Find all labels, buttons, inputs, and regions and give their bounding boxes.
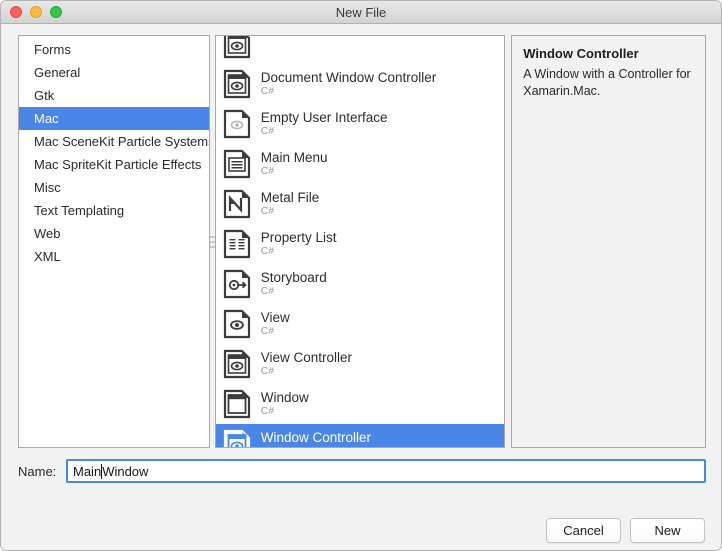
list-item-texts: Empty User Interface C# — [261, 110, 388, 138]
template-language: C# — [260, 125, 275, 138]
new-button[interactable]: New — [630, 518, 705, 543]
list-item-texts: Metal File C# — [261, 190, 320, 218]
template-name: Metal File — [260, 190, 320, 206]
name-input-value-before-caret: Main — [73, 463, 102, 479]
property-list-file-icon — [223, 229, 250, 259]
panels-container: Forms General Gtk Mac Mac SceneKit Parti… — [18, 35, 706, 448]
template-name: Window Controller — [260, 430, 371, 446]
new-file-dialog-window: New File Forms General Gtk Mac Mac Scene… — [0, 0, 722, 551]
template-list[interactable]: Document Window Controller C# Empty User… — [214, 35, 506, 448]
list-item-texts: Window C# — [261, 390, 309, 418]
description-text: A Window with a Controller for Xamarin.M… — [523, 67, 691, 98]
sidebar-item-xml[interactable]: XML — [19, 245, 209, 268]
storyboard-file-icon — [223, 269, 250, 299]
list-item-texts: Window Controller C# — [260, 430, 371, 447]
view-controller-file-icon — [223, 36, 250, 59]
list-item-main-menu[interactable]: Main Menu C# — [216, 144, 505, 184]
template-language: C# — [260, 325, 275, 338]
description-title: Window Controller — [523, 46, 639, 61]
list-item[interactable] — [216, 36, 505, 64]
cancel-button[interactable]: Cancel — [546, 518, 621, 543]
minimize-window-icon[interactable] — [30, 6, 42, 18]
list-item-property-list[interactable]: Property List C# — [216, 224, 505, 264]
name-label: Name: — [18, 463, 57, 479]
list-item-window[interactable]: Window C# — [216, 384, 505, 424]
list-item-texts: View C# — [261, 310, 290, 338]
name-input-value-after-caret: Window — [102, 463, 149, 479]
sidebar-item-text-templating[interactable]: Text Templating — [19, 199, 209, 222]
list-item-texts: Property List C# — [261, 230, 337, 258]
template-language: C# — [261, 445, 371, 447]
window-controller-file-icon — [223, 429, 250, 447]
sidebar-item-gtk[interactable]: Gtk — [19, 84, 209, 107]
list-item-texts: Storyboard C# — [261, 270, 327, 298]
template-language: C# — [260, 405, 275, 418]
template-name: Storyboard — [260, 270, 327, 286]
template-list-scroll-content: Document Window Controller C# Empty User… — [215, 36, 505, 447]
template-language: C# — [260, 85, 275, 98]
template-language: C# — [260, 205, 275, 218]
list-item-document-window-controller[interactable]: Document Window Controller C# — [216, 64, 505, 104]
template-language: C# — [260, 365, 275, 378]
document-window-controller-file-icon — [223, 69, 250, 99]
name-row: Name: Main Window — [18, 458, 706, 484]
list-item-texts: Document Window Controller C# — [261, 70, 437, 98]
list-item-view-controller[interactable]: View Controller C# — [216, 344, 505, 384]
list-item-view[interactable]: View C# — [216, 304, 505, 344]
titlebar: New File — [1, 1, 721, 24]
template-name: Empty User Interface — [260, 110, 388, 126]
template-name: Document Window Controller — [260, 70, 437, 86]
category-list[interactable]: Forms General Gtk Mac Mac SceneKit Parti… — [18, 35, 210, 448]
template-language: C# — [260, 245, 275, 258]
list-item-storyboard[interactable]: Storyboard C# — [216, 264, 505, 304]
window-file-icon — [223, 389, 250, 419]
metal-file-icon — [223, 189, 250, 219]
zoom-window-icon[interactable] — [50, 6, 62, 18]
dialog-body: Forms General Gtk Mac Mac SceneKit Parti… — [1, 24, 721, 550]
list-item-window-controller[interactable]: Window Controller C# — [215, 424, 505, 447]
list-item-texts: View Controller C# — [261, 350, 352, 378]
traffic-light-group — [10, 6, 62, 18]
main-menu-file-icon — [223, 149, 250, 179]
template-name: View Controller — [260, 350, 352, 366]
sidebar-item-mac-spritekit-particle-effects[interactable]: Mac SpriteKit Particle Effects — [19, 153, 209, 176]
sidebar-item-misc[interactable]: Misc — [19, 176, 209, 199]
template-language: C# — [260, 165, 275, 178]
list-item-metal-file[interactable]: Metal File C# — [216, 184, 505, 224]
template-name: Property List — [260, 230, 337, 246]
footer-buttons: Cancel New — [546, 518, 705, 543]
window-title: New File — [335, 4, 387, 20]
sidebar-item-general[interactable]: General — [19, 61, 209, 84]
view-controller-file-icon — [223, 349, 250, 379]
view-file-icon — [223, 309, 250, 339]
template-name: Main Menu — [260, 150, 328, 166]
name-input[interactable]: Main Window — [66, 459, 706, 483]
close-window-icon[interactable] — [10, 6, 22, 18]
sidebar-item-web[interactable]: Web — [19, 222, 209, 245]
list-item-texts: Main Menu C# — [261, 150, 328, 178]
empty-user-interface-file-icon — [223, 109, 250, 139]
sidebar-item-mac-scenekit-particle-systems[interactable]: Mac SceneKit Particle Systems — [19, 130, 209, 153]
list-item-empty-user-interface[interactable]: Empty User Interface C# — [216, 104, 505, 144]
template-name: View — [260, 310, 290, 326]
description-panel: Window Controller A Window with a Contro… — [511, 35, 706, 448]
sidebar-item-mac[interactable]: Mac — [19, 107, 209, 130]
template-name: Window — [260, 390, 309, 406]
template-language: C# — [260, 285, 275, 298]
sidebar-item-forms[interactable]: Forms — [19, 38, 209, 61]
